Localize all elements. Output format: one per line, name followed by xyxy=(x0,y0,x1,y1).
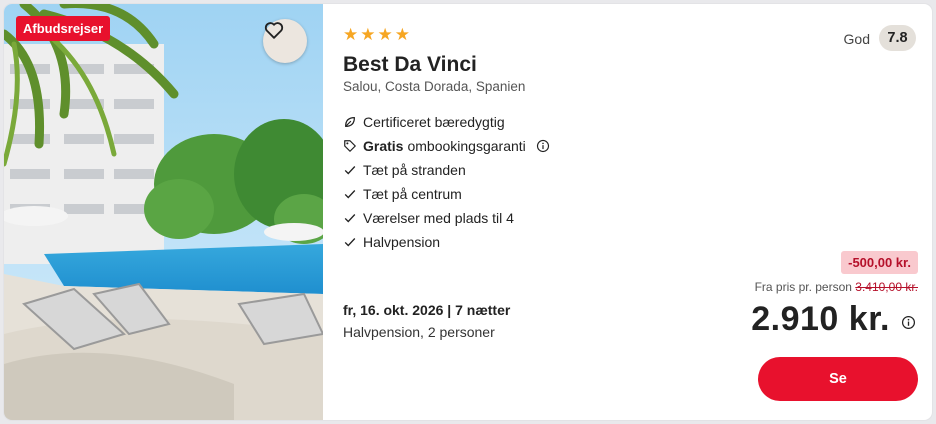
feature-item: Halvpension xyxy=(343,230,550,254)
favorite-button[interactable] xyxy=(263,19,307,63)
hotel-photo[interactable]: Afbudsrejser xyxy=(4,4,323,420)
board-and-guests: Halvpension, 2 personer xyxy=(343,324,495,340)
discount-badge: -500,00 kr. xyxy=(841,251,918,274)
leaf-icon xyxy=(343,115,363,129)
feature-text: Certificeret bæredygtig xyxy=(363,114,505,130)
price-info-icon[interactable] xyxy=(901,315,916,335)
feature-text: Tæt på stranden xyxy=(363,162,466,178)
star-rating: ★ ★ ★ ★ xyxy=(343,26,410,44)
feature-item: Tæt på stranden xyxy=(343,158,550,182)
feature-list: Certificeret bæredygtig Gratis ombooking… xyxy=(343,110,550,254)
feature-item: Tæt på centrum xyxy=(343,182,550,206)
feature-text: Halvpension xyxy=(363,234,441,250)
feature-text: Tæt på centrum xyxy=(363,186,462,202)
see-button[interactable]: Se xyxy=(758,357,918,401)
hotel-info: ★ ★ ★ ★ Best Da Vinci Salou, Costa Dorada, … xyxy=(343,4,918,420)
star-icon: ★ xyxy=(377,25,393,44)
rating-score: 7.8 xyxy=(879,25,916,51)
check-icon xyxy=(343,235,363,249)
check-icon xyxy=(343,163,363,177)
from-price-line: Fra pris pr. person 3.410,00 kr. xyxy=(755,280,918,294)
tag-icon xyxy=(343,139,363,153)
feature-item: Certificeret bæredygtig xyxy=(343,110,550,134)
hotel-name[interactable]: Best Da Vinci xyxy=(343,53,477,77)
hotel-card[interactable]: Afbudsrejser ★ ★ ★ ★ Best Da Vinci Salou, C… xyxy=(4,4,932,420)
check-icon xyxy=(343,211,363,225)
old-price: 3.410,00 kr. xyxy=(855,280,918,294)
rating-label: God xyxy=(843,31,870,47)
feature-item: Værelser med plads til 4 xyxy=(343,206,550,230)
feature-text: ombookingsgaranti xyxy=(407,138,526,154)
info-icon[interactable] xyxy=(536,139,550,153)
travel-date: fr, 16. okt. 2026 | 7 nætter xyxy=(343,302,511,318)
star-icon: ★ xyxy=(343,25,359,44)
price: 2.910 kr. xyxy=(751,300,890,338)
check-icon xyxy=(343,187,363,201)
deal-badge: Afbudsrejser xyxy=(16,16,111,41)
feature-text: Værelser med plads til 4 xyxy=(363,210,514,226)
hotel-photo-image xyxy=(4,4,323,420)
star-icon: ★ xyxy=(360,25,376,44)
hotel-location: Salou, Costa Dorada, Spanien xyxy=(343,79,526,94)
star-icon: ★ xyxy=(394,25,410,44)
feature-item: Gratis ombookingsgaranti xyxy=(343,134,550,158)
feature-bold-text: Gratis xyxy=(363,138,404,154)
from-price-label: Fra pris pr. person xyxy=(754,280,852,294)
